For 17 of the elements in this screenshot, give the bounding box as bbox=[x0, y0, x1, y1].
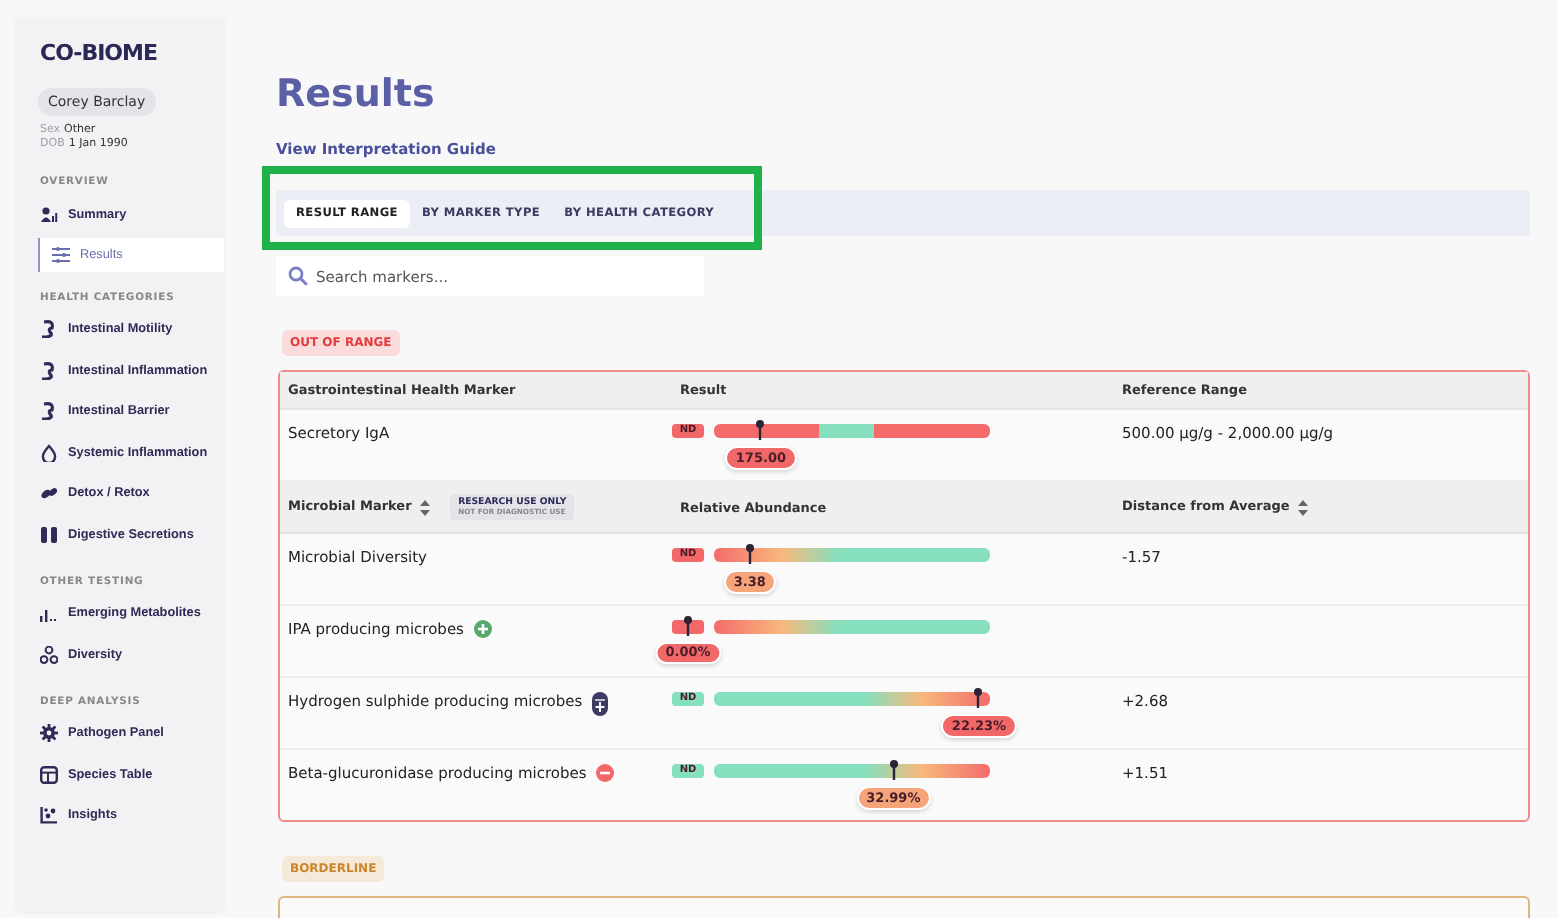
test-tubes-icon bbox=[40, 525, 58, 544]
capsule-icon bbox=[592, 692, 609, 716]
scatter-plot-icon bbox=[40, 806, 58, 825]
filter-list-icon bbox=[52, 245, 70, 263]
drop-icon bbox=[40, 443, 58, 462]
gear-icon bbox=[40, 724, 58, 743]
minus-icon bbox=[596, 764, 615, 782]
sort-icon bbox=[1298, 499, 1309, 516]
sort-icon bbox=[420, 499, 431, 516]
people-chart-icon bbox=[40, 205, 58, 224]
page-title: Results bbox=[276, 72, 437, 116]
logo: CO-BIOME bbox=[40, 40, 159, 66]
nodes-icon bbox=[40, 645, 58, 664]
search-icon bbox=[288, 266, 308, 286]
table-icon bbox=[40, 765, 58, 784]
pills-icon bbox=[40, 484, 58, 503]
plus-icon bbox=[473, 620, 492, 638]
